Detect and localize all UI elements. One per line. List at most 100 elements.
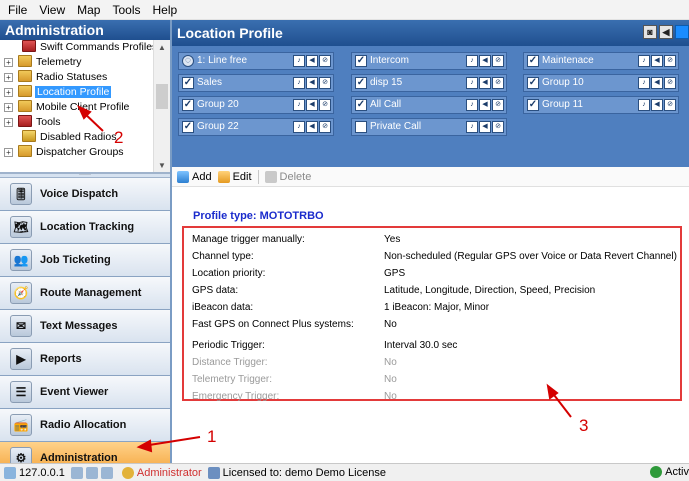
expand-icon[interactable]: +: [4, 58, 13, 67]
scroll-thumb[interactable]: [156, 84, 168, 109]
expand-icon[interactable]: +: [4, 103, 13, 112]
volume-icon[interactable]: ♪: [293, 121, 305, 133]
nav-route-management[interactable]: 🧭 Route Management: [0, 277, 170, 310]
nav-event-viewer[interactable]: ☰ Event Viewer: [0, 376, 170, 409]
volume-icon[interactable]: ♪: [466, 77, 478, 89]
channel-intercom[interactable]: ✓ Intercom ♪ ◀ ⊘: [351, 52, 507, 70]
volume-icon[interactable]: ♪: [638, 55, 650, 67]
page-title: Location Profile: [177, 25, 283, 41]
edit-button[interactable]: Edit: [217, 170, 252, 183]
property-row: Fast GPS on Connect Plus systems: No: [192, 319, 397, 330]
tree-item-disabled-radios[interactable]: Disabled Radios: [0, 130, 170, 145]
header-icons: ◙ ◀: [643, 25, 689, 39]
nav-radio-allocation[interactable]: 📻 Radio Allocation: [0, 409, 170, 442]
checkbox[interactable]: ✓: [182, 77, 194, 89]
nav-job-ticketing[interactable]: 👥 Job Ticketing: [0, 244, 170, 277]
tree-scrollbar[interactable]: ▲ ▼: [153, 40, 170, 172]
tree-item-location-profile[interactable]: + Location Profile: [0, 85, 170, 100]
mute-icon[interactable]: ⊘: [492, 121, 504, 133]
tree-item-mobile-client-profile[interactable]: + Mobile Client Profile: [0, 100, 170, 115]
checkbox[interactable]: ✓: [355, 99, 367, 111]
speaker-icon[interactable]: ◀: [306, 55, 318, 67]
mute-icon[interactable]: ⊘: [664, 77, 676, 89]
menu-file[interactable]: File: [2, 3, 33, 17]
menu-tools[interactable]: Tools: [106, 3, 146, 17]
volume-icon[interactable]: ♪: [293, 55, 305, 67]
expand-icon[interactable]: +: [4, 148, 13, 157]
checkbox[interactable]: ✓: [355, 77, 367, 89]
expand-icon[interactable]: +: [4, 73, 13, 82]
main-panel-header: Location Profile ◙ ◀: [172, 20, 689, 46]
checkbox[interactable]: ✓: [182, 121, 194, 133]
mute-icon[interactable]: ⊘: [664, 55, 676, 67]
mute-icon[interactable]: ⊘: [319, 99, 331, 111]
mute-icon[interactable]: ⊘: [664, 99, 676, 111]
checkbox[interactable]: ✓: [527, 99, 539, 111]
menu-view[interactable]: View: [33, 3, 71, 17]
speaker-icon[interactable]: ◀: [659, 25, 673, 39]
scroll-down-icon[interactable]: ▼: [154, 158, 170, 172]
mute-icon[interactable]: ⊘: [492, 99, 504, 111]
speaker-icon[interactable]: ◀: [306, 99, 318, 111]
channel-sales[interactable]: ✓ Sales ♪ ◀ ⊘: [178, 74, 334, 92]
radio-link-icon: [70, 466, 83, 479]
volume-icon[interactable]: ♪: [638, 99, 650, 111]
tree-item-radio-statuses[interactable]: + Radio Statuses: [0, 70, 170, 85]
speaker-icon[interactable]: ◀: [479, 99, 491, 111]
nav-location-tracking[interactable]: 🗺 Location Tracking: [0, 211, 170, 244]
channel-line-free[interactable]: ◌ 1: Line free ♪ ◀ ⊘: [178, 52, 334, 70]
nav-voice-dispatch[interactable]: 🎚 Voice Dispatch: [0, 178, 170, 211]
mute-icon[interactable]: ⊘: [492, 55, 504, 67]
expand-icon[interactable]: +: [4, 88, 13, 97]
scroll-up-icon[interactable]: ▲: [154, 40, 170, 55]
menu-map[interactable]: Map: [71, 3, 106, 17]
tree-item-swift-commands-profiles[interactable]: Swift Commands Profiles: [0, 40, 170, 55]
expand-icon[interactable]: +: [4, 118, 13, 127]
speaker-icon[interactable]: ◀: [306, 77, 318, 89]
speaker-icon[interactable]: ◀: [306, 121, 318, 133]
channel-group-10[interactable]: ✓ Group 10 ♪ ◀ ⊘: [523, 74, 679, 92]
tree-item-dispatcher-groups[interactable]: + Dispatcher Groups: [0, 145, 170, 160]
channel-group-22[interactable]: ✓ Group 22 ♪ ◀ ⊘: [178, 118, 334, 136]
checkbox[interactable]: ✓: [355, 121, 367, 133]
channel-group-20[interactable]: ✓ Group 20 ♪ ◀ ⊘: [178, 96, 334, 114]
delete-button[interactable]: Delete: [264, 170, 311, 183]
folder-icon: [18, 85, 32, 97]
speaker-icon[interactable]: ◀: [651, 55, 663, 67]
checkbox[interactable]: ✓: [355, 55, 367, 67]
property-row: Telemetry Trigger: No: [192, 374, 397, 385]
channel-maintenace[interactable]: ✓ Maintenace ♪ ◀ ⊘: [523, 52, 679, 70]
headset-icon[interactable]: ◙: [643, 25, 657, 39]
speaker-icon[interactable]: ◀: [651, 77, 663, 89]
event-viewer-icon: ☰: [10, 381, 32, 403]
channel-all-call[interactable]: ✓ All Call ♪ ◀ ⊘: [351, 96, 507, 114]
speaker-icon[interactable]: ◀: [479, 55, 491, 67]
nav-text-messages[interactable]: ✉ Text Messages: [0, 310, 170, 343]
speaker-icon[interactable]: ◀: [479, 121, 491, 133]
mute-icon[interactable]: ⊘: [319, 121, 331, 133]
volume-icon[interactable]: ♪: [466, 99, 478, 111]
speaker-icon[interactable]: ◀: [651, 99, 663, 111]
volume-icon[interactable]: ♪: [466, 55, 478, 67]
mute-icon[interactable]: ⊘: [319, 77, 331, 89]
menu-help[interactable]: Help: [147, 3, 184, 17]
checkbox[interactable]: ✓: [182, 99, 194, 111]
channel-disp-15[interactable]: ✓ disp 15 ♪ ◀ ⊘: [351, 74, 507, 92]
checkbox[interactable]: ✓: [527, 77, 539, 89]
mute-icon[interactable]: ⊘: [319, 55, 331, 67]
mute-icon[interactable]: ⊘: [492, 77, 504, 89]
tree-item-telemetry[interactable]: + Telemetry: [0, 55, 170, 70]
volume-icon[interactable]: ♪: [293, 77, 305, 89]
tree-item-tools[interactable]: + Tools: [0, 115, 170, 130]
profile-toolbar: Add Edit Delete: [172, 167, 689, 187]
volume-icon[interactable]: ♪: [638, 77, 650, 89]
window-icon[interactable]: [675, 25, 689, 39]
channel-private-call[interactable]: ✓Private Call ♪◀⊘: [351, 118, 507, 136]
volume-icon[interactable]: ♪: [466, 121, 478, 133]
channel-group-11[interactable]: ✓ Group 11 ♪ ◀ ⊘: [523, 96, 679, 114]
nav-reports[interactable]: ▶ Reports: [0, 343, 170, 376]
volume-icon[interactable]: ♪: [293, 99, 305, 111]
speaker-icon[interactable]: ◀: [479, 77, 491, 89]
add-button[interactable]: Add: [177, 170, 212, 183]
checkbox[interactable]: ✓: [527, 55, 539, 67]
